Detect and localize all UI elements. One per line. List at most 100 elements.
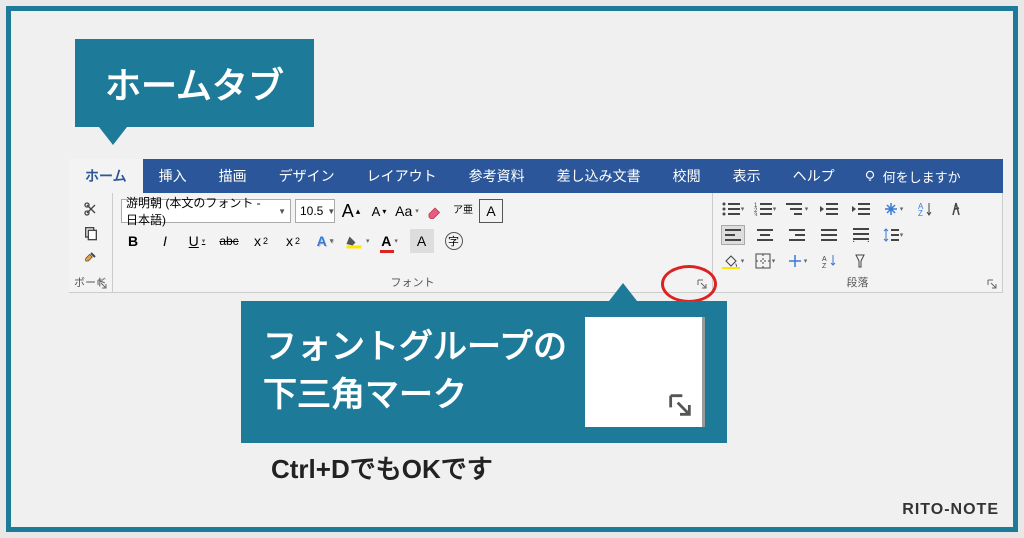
tab-help[interactable]: ヘルプ [777,159,851,193]
align-justify-button[interactable] [817,225,841,245]
line-spacing-icon [883,227,899,243]
sort-az-icon: AZ [821,253,837,269]
enclose-char-button[interactable]: 字 [442,229,466,253]
superscript-label: x [286,233,293,249]
italic-button[interactable]: I [153,229,177,253]
strike-button[interactable]: abc [217,229,241,253]
font-size-select[interactable]: 10.5 ▼ [295,199,335,223]
svg-text:A: A [822,256,827,263]
borders-button[interactable]: ▾ [753,251,777,271]
font-name-value: 游明朝 (本文のフォント - 日本語) [126,194,274,228]
tab-review[interactable]: 校閲 [657,159,717,193]
asian-layout-button[interactable]: ▾ [881,199,905,219]
tab-home[interactable]: ホーム [69,159,143,193]
text-effects-button[interactable]: A▾ [313,229,337,253]
dropdown-caret-icon: ▼ [327,207,335,216]
sort-icon: AZ [917,201,933,217]
multilevel-icon [786,202,804,216]
font-group: 游明朝 (本文のフォント - 日本語)▼ 10.5▼ A▴ A▾ Aa▾ ア亜 … [113,193,713,292]
shading-button[interactable]: ▾ [721,251,745,271]
distributed-icon [853,228,869,242]
bullets-icon [722,202,740,216]
callout-bottom-line1: フォントグループの [263,324,567,372]
highlight-button[interactable]: ▾ [345,229,370,253]
font-size-value: 10.5 [300,204,323,218]
ribbon-body: ボード 游明朝 (本文のフォント - 日本語)▼ 10.5▼ A▴ A▾ Aa▾… [69,193,1003,293]
asian-sort-icon [787,253,803,269]
formatting-icon [854,253,868,269]
char-border-label: A [486,203,495,219]
font-dialog-launcher[interactable] [696,277,708,289]
distributed-button[interactable] [849,225,873,245]
tab-mailings[interactable]: 差し込み文書 [541,159,657,193]
increase-indent-button[interactable] [849,199,873,219]
bullets-button[interactable]: ▾ [721,199,745,219]
format-painter-button[interactable] [83,249,99,265]
tell-me-search[interactable]: 何をしますか [851,167,973,186]
eraser-icon [426,202,444,220]
tab-help-label: ヘルプ [793,166,835,186]
font-color-button[interactable]: A▾ [378,229,402,253]
align-center-button[interactable] [753,225,777,245]
phonetic-guide-button[interactable]: ア亜 [451,199,475,223]
line-spacing-button[interactable]: ▾ [881,225,905,245]
ribbon-tabs: ホーム 挿入 描画 デザイン レイアウト 参考資料 差し込み文書 校閲 表示 ヘ… [69,159,1003,193]
lightbulb-icon [863,169,877,183]
callout-home-tab: ホームタブ [75,39,314,127]
tab-design-label: デザイン [279,166,335,186]
decrease-indent-button[interactable] [817,199,841,219]
tutorial-frame: ホームタブ ホーム 挿入 描画 デザイン レイアウト 参考資料 差し込み文書 校… [6,6,1018,532]
numbering-button[interactable]: 123▾ [753,199,777,219]
align-left-icon [725,229,741,241]
align-left-button[interactable] [721,225,745,245]
sort-az-button[interactable]: AZ [817,251,841,271]
multilevel-list-button[interactable]: ▾ [785,199,809,219]
tab-insert[interactable]: 挿入 [143,159,203,193]
char-border-button[interactable]: A [479,199,503,223]
align-justify-icon [821,229,837,241]
shortcut-hint: Ctrl+DでもOKです [271,449,493,486]
tab-review-label: 校閲 [673,166,701,186]
underline-button[interactable]: U▾ [185,229,209,253]
bold-button[interactable]: B [121,229,145,253]
tab-draw[interactable]: 描画 [203,159,263,193]
tab-design[interactable]: デザイン [263,159,351,193]
ruby-label: ア亜 [453,206,473,216]
superscript-button[interactable]: x2 [281,229,305,253]
shrink-font-button[interactable]: A▾ [367,199,391,223]
sort-button[interactable]: AZ [913,199,937,219]
subscript-button[interactable]: x2 [249,229,273,253]
show-formatting-button[interactable] [849,251,873,271]
clipboard-group: ボード [69,193,113,292]
asian-layout-icon [883,201,899,217]
tab-view-label: 表示 [733,166,761,186]
clipboard-launcher[interactable] [96,277,108,289]
tab-references-label: 参考資料 [469,166,525,186]
outdent-icon [820,202,838,216]
char-shading-button[interactable]: A [410,229,434,253]
cut-button[interactable] [83,201,99,217]
change-case-button[interactable]: Aa▾ [395,199,419,223]
tab-layout[interactable]: レイアウト [351,159,453,193]
highlighter-icon [345,233,363,249]
align-right-button[interactable] [785,225,809,245]
asian-sort-button[interactable]: ▾ [785,251,809,271]
paintbrush-icon [83,249,99,265]
italic-label: I [163,233,167,249]
change-case-label: Aa [395,203,412,219]
copy-icon [83,225,99,241]
svg-text:Z: Z [822,263,827,269]
paragraph-launcher[interactable] [986,277,998,289]
tab-view[interactable]: 表示 [717,159,777,193]
subscript-label: x [254,233,261,249]
launcher-icon [696,278,708,290]
clear-format-button[interactable] [423,199,447,223]
font-name-select[interactable]: 游明朝 (本文のフォント - 日本語)▼ [121,199,291,223]
paragraph-group: ▾ 123▾ ▾ ▾ AZ ▾ [713,193,1003,292]
pilcrow-icon [950,201,964,217]
callout-top-text: ホームタブ [105,65,284,106]
show-marks-button[interactable] [945,199,969,219]
copy-button[interactable] [83,225,99,241]
tab-references[interactable]: 参考資料 [453,159,541,193]
grow-font-button[interactable]: A▴ [339,199,363,223]
